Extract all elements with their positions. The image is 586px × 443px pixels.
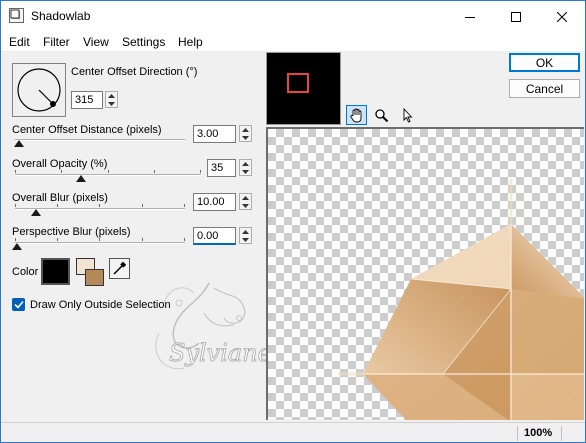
- eyedropper-button[interactable]: [109, 258, 130, 279]
- perspective-input[interactable]: 0.00: [193, 227, 236, 245]
- perspective-slider-track[interactable]: [15, 242, 185, 244]
- hand-icon: [350, 108, 362, 122]
- spin-up-icon[interactable]: [240, 228, 251, 236]
- app-icon: [9, 8, 24, 23]
- slider-tick: [57, 238, 58, 241]
- distance-label: Center Offset Distance (pixels): [12, 124, 162, 136]
- slider-tick: [15, 238, 16, 241]
- blur-label: Overall Blur (pixels): [12, 192, 108, 204]
- title-bar: Shadowlab: [1, 1, 585, 32]
- maximize-button[interactable]: [493, 1, 539, 32]
- maximize-icon: [511, 11, 521, 22]
- draw-outside-checkbox[interactable]: [12, 298, 25, 311]
- menu-bar: Edit Filter View Settings Help: [1, 32, 585, 51]
- zoom-tool-button[interactable]: [371, 105, 392, 125]
- hand-tool-button[interactable]: [346, 105, 367, 125]
- distance-slider-thumb[interactable]: [14, 140, 24, 147]
- zoom-icon: [375, 108, 389, 122]
- slider-tick: [57, 204, 58, 207]
- slider-tick: [99, 238, 100, 241]
- menu-view[interactable]: View: [83, 35, 109, 49]
- distance-slider-track[interactable]: [15, 139, 185, 141]
- close-icon: [557, 11, 567, 22]
- direction-dial[interactable]: [12, 63, 66, 117]
- distance-input[interactable]: 3.00: [193, 125, 236, 143]
- pointer-icon: [403, 107, 413, 123]
- minimize-button[interactable]: [447, 1, 493, 32]
- spin-up-icon[interactable]: [240, 194, 251, 202]
- window-title: Shadowlab: [31, 9, 91, 23]
- spin-up-icon[interactable]: [240, 126, 251, 134]
- eyedropper-icon: [113, 261, 127, 275]
- status-bar: 100%: [1, 422, 585, 442]
- slider-tick: [184, 238, 185, 241]
- slider-tick: [61, 170, 62, 173]
- slider-tick: [142, 238, 143, 241]
- pointer-tool-button[interactable]: [397, 105, 418, 125]
- navigator-view-frame[interactable]: [287, 73, 309, 93]
- direction-input[interactable]: 315: [71, 91, 103, 109]
- shadowlab-window: Shadowlab Edit Filter View Settings Help…: [0, 0, 586, 443]
- opacity-label: Overall Opacity (%): [12, 158, 108, 170]
- spin-down-icon[interactable]: [240, 168, 251, 176]
- preview-canvas[interactable]: [266, 127, 584, 420]
- spin-down-icon[interactable]: [240, 236, 251, 244]
- spin-down-icon[interactable]: [106, 100, 117, 108]
- slider-tick: [200, 170, 201, 173]
- navigator-preview[interactable]: [266, 52, 341, 125]
- menu-settings[interactable]: Settings: [122, 35, 165, 49]
- slider-tick: [99, 204, 100, 207]
- blur-spinner[interactable]: [239, 193, 252, 210]
- spin-down-icon[interactable]: [240, 202, 251, 210]
- watermark-text: Sylviane: [169, 339, 272, 367]
- opacity-spinner[interactable]: [239, 159, 252, 176]
- status-separator: [517, 426, 518, 441]
- spin-up-icon[interactable]: [240, 160, 251, 168]
- status-separator: [561, 426, 562, 441]
- blur-input[interactable]: 10.00: [193, 193, 236, 211]
- distance-spinner[interactable]: [239, 125, 252, 142]
- close-button[interactable]: [539, 1, 585, 32]
- checkmark-icon: [13, 300, 24, 309]
- slider-tick: [184, 204, 185, 207]
- slider-tick: [15, 170, 16, 173]
- direction-label: Center Offset Direction (°): [71, 66, 198, 78]
- color-swatch[interactable]: [41, 258, 70, 285]
- zoom-level: 100%: [524, 427, 553, 439]
- menu-help[interactable]: Help: [178, 35, 203, 49]
- perspective-spinner[interactable]: [239, 227, 252, 244]
- direction-spinner[interactable]: [105, 91, 118, 108]
- opacity-slider-thumb[interactable]: [76, 175, 86, 182]
- opacity-input[interactable]: 35: [207, 159, 236, 177]
- perspective-slider-thumb[interactable]: [12, 243, 22, 250]
- slider-tick: [15, 204, 16, 207]
- menu-edit[interactable]: Edit: [9, 35, 30, 49]
- menu-filter[interactable]: Filter: [43, 35, 70, 49]
- minimize-icon: [465, 16, 475, 18]
- foreground-swatch[interactable]: [85, 269, 104, 286]
- cancel-button[interactable]: Cancel: [509, 79, 580, 98]
- slider-tick: [142, 204, 143, 207]
- spin-up-icon[interactable]: [106, 92, 117, 100]
- perspective-label: Perspective Blur (pixels): [12, 226, 131, 238]
- slider-tick: [154, 170, 155, 173]
- ok-button[interactable]: OK: [509, 53, 580, 72]
- slider-tick: [108, 170, 109, 173]
- preview-shape: [338, 179, 584, 420]
- blur-slider-thumb[interactable]: [31, 209, 41, 216]
- color-label: Color: [12, 266, 39, 278]
- dial-graphic: [17, 68, 61, 112]
- spin-down-icon[interactable]: [240, 134, 251, 142]
- opacity-slider-track[interactable]: [15, 174, 201, 176]
